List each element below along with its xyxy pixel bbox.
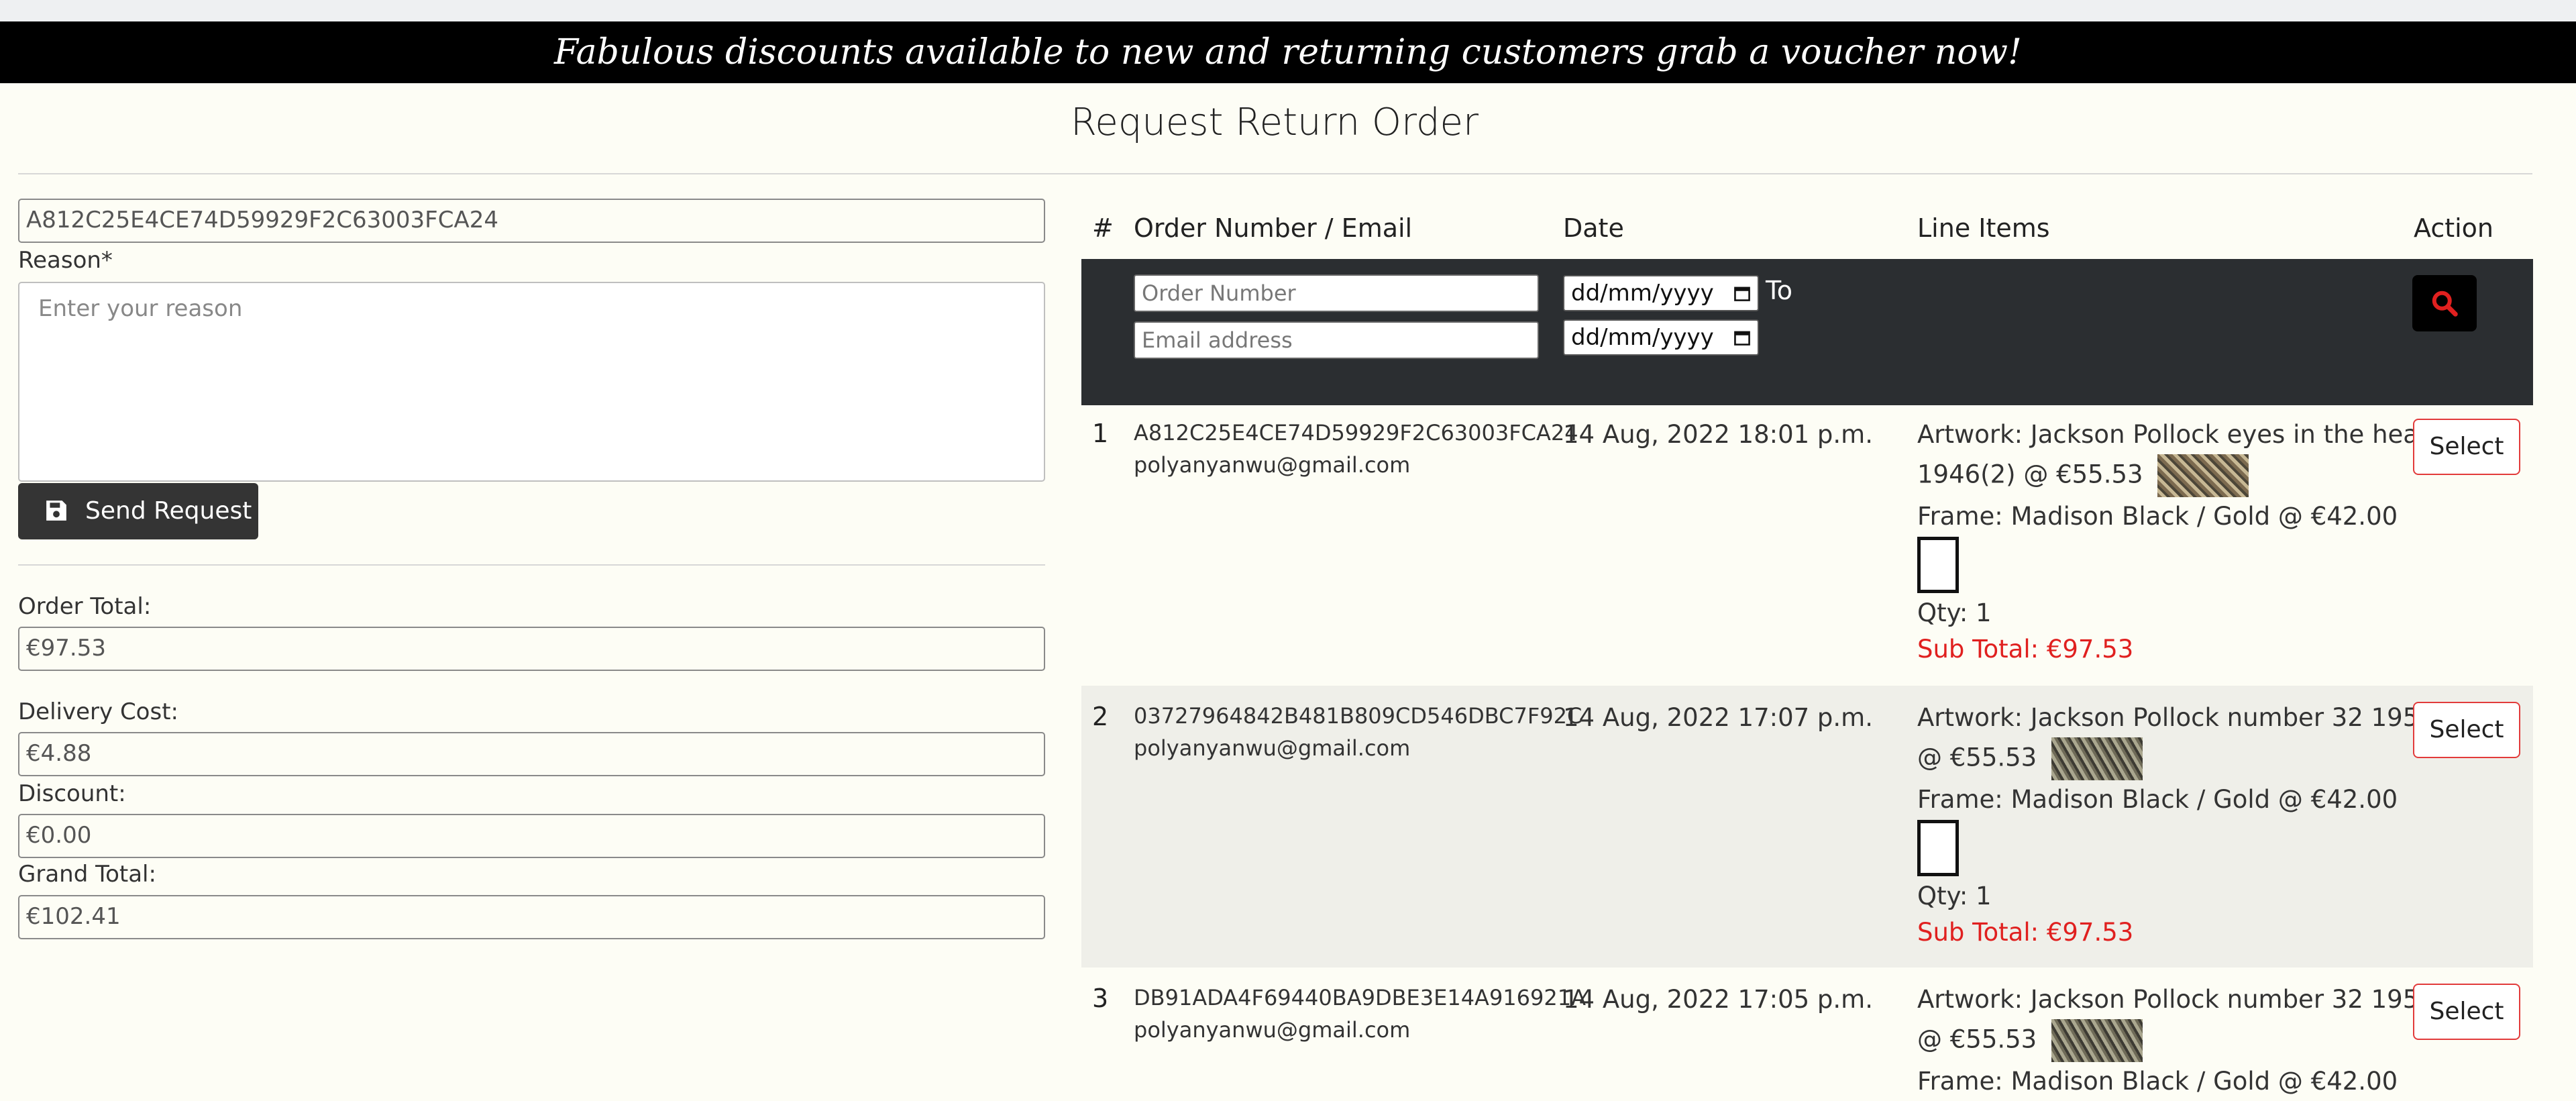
order-number: A812C25E4CE74D59929F2C63003FCA24 bbox=[1134, 420, 1578, 445]
order-date: 14 Aug, 2022 18:01 p.m. bbox=[1563, 420, 1873, 449]
artwork-thumbnail bbox=[2157, 454, 2249, 497]
frame-line: Frame: Madison Black / Gold @ €42.00 bbox=[1917, 785, 2398, 814]
search-button[interactable] bbox=[2412, 275, 2477, 331]
artwork-thumbnail bbox=[2051, 737, 2143, 780]
reason-label: Reason* bbox=[18, 247, 113, 274]
top-strip bbox=[0, 0, 2576, 21]
promo-banner: Fabulous discounts available to new and … bbox=[0, 21, 2576, 83]
order-number-field[interactable]: A812C25E4CE74D59929F2C63003FCA24 bbox=[18, 199, 1045, 243]
calendar-icon[interactable] bbox=[1733, 329, 1751, 346]
order-date: 14 Aug, 2022 17:07 p.m. bbox=[1563, 703, 1873, 732]
frame-line: Frame: Madison Black / Gold @ €42.00 bbox=[1917, 1067, 2398, 1096]
artwork-price: @ €55.53 bbox=[1917, 1019, 2143, 1062]
artwork-line: Artwork: Jackson Pollock number 32 1950 bbox=[1917, 703, 2434, 732]
quantity: Qty: 1 bbox=[1917, 882, 1992, 910]
grand-total-field: €102.41 bbox=[18, 895, 1045, 939]
artwork-line: Artwork: Jackson Pollock number 32 1950 bbox=[1917, 985, 2434, 1014]
order-total-label: Order Total: bbox=[18, 593, 152, 620]
subtotal: Sub Total: €97.53 bbox=[1917, 635, 2134, 664]
quantity: Qty: 1 bbox=[1917, 598, 1992, 627]
header-line-items: Line Items bbox=[1917, 213, 2050, 243]
order-number-filter[interactable]: Order Number bbox=[1134, 274, 1539, 312]
page-title: Request Return Order bbox=[1070, 101, 1479, 144]
header-number: # bbox=[1092, 213, 1114, 243]
discount-field: €0.00 bbox=[18, 814, 1045, 858]
date-to-input[interactable]: dd/mm/yyyy bbox=[1563, 319, 1759, 356]
header-date: Date bbox=[1563, 213, 1624, 243]
order-email: polyanyanwu@gmail.com bbox=[1134, 452, 1411, 478]
order-number: 03727964842B481B809CD546DBC7F92C bbox=[1134, 703, 1582, 729]
row-number: 1 bbox=[1092, 419, 1109, 448]
order-email: polyanyanwu@gmail.com bbox=[1134, 1017, 1411, 1043]
discount-label: Discount: bbox=[18, 780, 126, 807]
row-number: 3 bbox=[1092, 984, 1109, 1013]
form-divider bbox=[18, 564, 1045, 566]
frame-thumbnail bbox=[1917, 820, 1959, 876]
subtotal: Sub Total: €97.53 bbox=[1917, 918, 2134, 947]
frame-line: Frame: Madison Black / Gold @ €42.00 bbox=[1917, 502, 2398, 531]
artwork-line: Artwork: Jackson Pollock eyes in the hea… bbox=[1917, 420, 2428, 449]
select-order-button[interactable]: Select bbox=[2413, 702, 2520, 758]
artwork-price-text: @ €55.53 bbox=[1917, 743, 2037, 772]
reason-textarea[interactable]: Enter your reason bbox=[18, 282, 1045, 482]
artwork-thumbnail bbox=[2051, 1019, 2143, 1062]
order-email: polyanyanwu@gmail.com bbox=[1134, 735, 1411, 761]
frame-thumbnail bbox=[1917, 537, 1959, 593]
select-order-button[interactable]: Select bbox=[2413, 984, 2520, 1040]
select-order-button[interactable]: Select bbox=[2413, 419, 2520, 475]
send-request-label: Send Request bbox=[85, 497, 252, 525]
email-filter[interactable]: Email address bbox=[1134, 321, 1539, 359]
calendar-icon[interactable] bbox=[1733, 284, 1751, 302]
row-number: 2 bbox=[1092, 702, 1109, 731]
delivery-cost-field: €4.88 bbox=[18, 732, 1045, 776]
grand-total-label: Grand Total: bbox=[18, 861, 156, 888]
artwork-price: @ €55.53 bbox=[1917, 737, 2143, 780]
date-from-value: dd/mm/yyyy bbox=[1571, 280, 1714, 307]
title-divider bbox=[18, 173, 2532, 174]
order-number: DB91ADA4F69440BA9DBE3E14A916921A bbox=[1134, 985, 1586, 1010]
search-icon bbox=[2432, 291, 2458, 317]
artwork-price: 1946(2) @ €55.53 bbox=[1917, 454, 2249, 497]
date-from-input[interactable]: dd/mm/yyyy bbox=[1563, 275, 1759, 311]
date-to-label: To bbox=[1766, 276, 1793, 305]
artwork-price-text: 1946(2) @ €55.53 bbox=[1917, 460, 2143, 489]
floppy-disk-icon bbox=[46, 501, 66, 521]
delivery-cost-label: Delivery Cost: bbox=[18, 698, 178, 725]
header-order-email: Order Number / Email bbox=[1134, 213, 1413, 243]
header-action: Action bbox=[2414, 213, 2494, 243]
order-total-field: €97.53 bbox=[18, 627, 1045, 671]
artwork-price-text: @ €55.53 bbox=[1917, 1025, 2037, 1054]
send-request-button[interactable]: Send Request bbox=[18, 483, 258, 539]
order-date: 14 Aug, 2022 17:05 p.m. bbox=[1563, 985, 1873, 1014]
date-to-value: dd/mm/yyyy bbox=[1571, 324, 1714, 351]
